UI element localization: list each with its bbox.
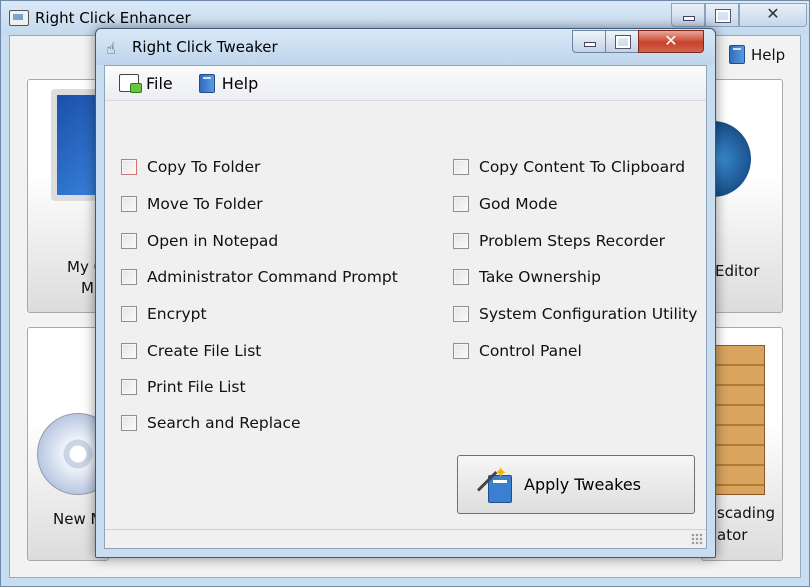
checkbox[interactable] [453, 269, 469, 285]
menu-help[interactable]: Help [198, 73, 259, 93]
apply-tweaks-button[interactable]: ✦ Apply Tweakes [457, 455, 695, 514]
resize-grip-icon[interactable] [691, 533, 703, 545]
checkbox[interactable] [453, 196, 469, 212]
option-copy-to-folder[interactable]: Copy To Folder [121, 158, 260, 176]
option-system-configuration-utility[interactable]: System Configuration Utility [453, 305, 697, 323]
option-label: Create File List [147, 342, 262, 360]
tile-label: M [81, 279, 94, 297]
background-maximize-button[interactable] [705, 3, 739, 27]
dialog-title: Right Click Tweaker [132, 38, 278, 56]
option-label: Move To Folder [147, 195, 263, 213]
checkbox[interactable] [453, 233, 469, 249]
background-help-label: Help [751, 45, 786, 64]
option-label: System Configuration Utility [479, 305, 698, 323]
dialog-minimize-button[interactable] [572, 30, 606, 53]
checkbox[interactable] [121, 306, 137, 322]
dialog-close-button[interactable]: ✕ [638, 30, 704, 53]
checkbox[interactable] [453, 343, 469, 359]
status-bar [105, 529, 706, 548]
tile-label: Editor [715, 262, 760, 280]
option-label: Open in Notepad [147, 232, 279, 250]
menu-file[interactable]: File [119, 74, 173, 93]
tile-label: scading [717, 504, 775, 522]
option-label: Search and Replace [147, 414, 301, 432]
checkbox[interactable] [453, 159, 469, 175]
checkbox[interactable] [121, 196, 137, 212]
checkbox[interactable] [121, 343, 137, 359]
dialog-client-area: File Help Copy To Folder Move To Folder … [104, 65, 707, 549]
book-icon [729, 45, 745, 64]
background-window-title: Right Click Enhancer [35, 9, 191, 27]
option-label: Administrator Command Prompt [147, 268, 398, 286]
option-god-mode[interactable]: God Mode [453, 195, 558, 213]
option-label: Take Ownership [479, 268, 601, 286]
hand-pointer-icon: ☝ [106, 39, 116, 58]
option-label: Copy Content To Clipboard [479, 158, 686, 176]
checkbox[interactable] [121, 159, 137, 175]
option-label: Control Panel [479, 342, 582, 360]
menu-bar: File Help [105, 66, 706, 101]
dialog-maximize-button[interactable] [605, 30, 639, 53]
tile-label: ator [717, 526, 748, 544]
crate-icon [713, 345, 765, 495]
option-admin-command-prompt[interactable]: Administrator Command Prompt [121, 268, 398, 286]
option-encrypt[interactable]: Encrypt [121, 305, 207, 323]
checkbox[interactable] [453, 306, 469, 322]
apply-tweaks-label: Apply Tweakes [524, 475, 641, 494]
background-minimize-button[interactable] [671, 3, 705, 27]
option-search-and-replace[interactable]: Search and Replace [121, 414, 301, 432]
window-icon [9, 10, 29, 26]
option-label: Print File List [147, 378, 246, 396]
option-open-in-notepad[interactable]: Open in Notepad [121, 232, 278, 250]
option-print-file-list[interactable]: Print File List [121, 378, 246, 396]
option-create-file-list[interactable]: Create File List [121, 342, 261, 360]
option-copy-content-to-clipboard[interactable]: Copy Content To Clipboard [453, 158, 685, 176]
checkbox[interactable] [121, 415, 137, 431]
checkbox[interactable] [121, 269, 137, 285]
option-label: Problem Steps Recorder [479, 232, 666, 250]
menu-help-label: Help [221, 73, 259, 93]
file-go-icon [119, 74, 142, 93]
menu-file-label: File [146, 73, 173, 93]
option-label: God Mode [479, 195, 558, 213]
magic-wand-icon: ✦ [476, 463, 514, 505]
option-label: Copy To Folder [147, 158, 261, 176]
checkbox[interactable] [121, 233, 137, 249]
option-problem-steps-recorder[interactable]: Problem Steps Recorder [453, 232, 665, 250]
dialog-titlebar[interactable]: ☝ Right Click Tweaker ✕ [96, 29, 715, 65]
option-move-to-folder[interactable]: Move To Folder [121, 195, 263, 213]
option-take-ownership[interactable]: Take Ownership [453, 268, 601, 286]
option-label: Encrypt [147, 305, 207, 323]
book-icon [198, 73, 215, 93]
option-control-panel[interactable]: Control Panel [453, 342, 582, 360]
tweaker-dialog: ☝ Right Click Tweaker ✕ File Help Copy T… [95, 28, 716, 558]
checkbox[interactable] [121, 379, 137, 395]
background-help-menu[interactable]: Help [729, 45, 785, 64]
background-close-button[interactable]: ✕ [739, 3, 807, 27]
